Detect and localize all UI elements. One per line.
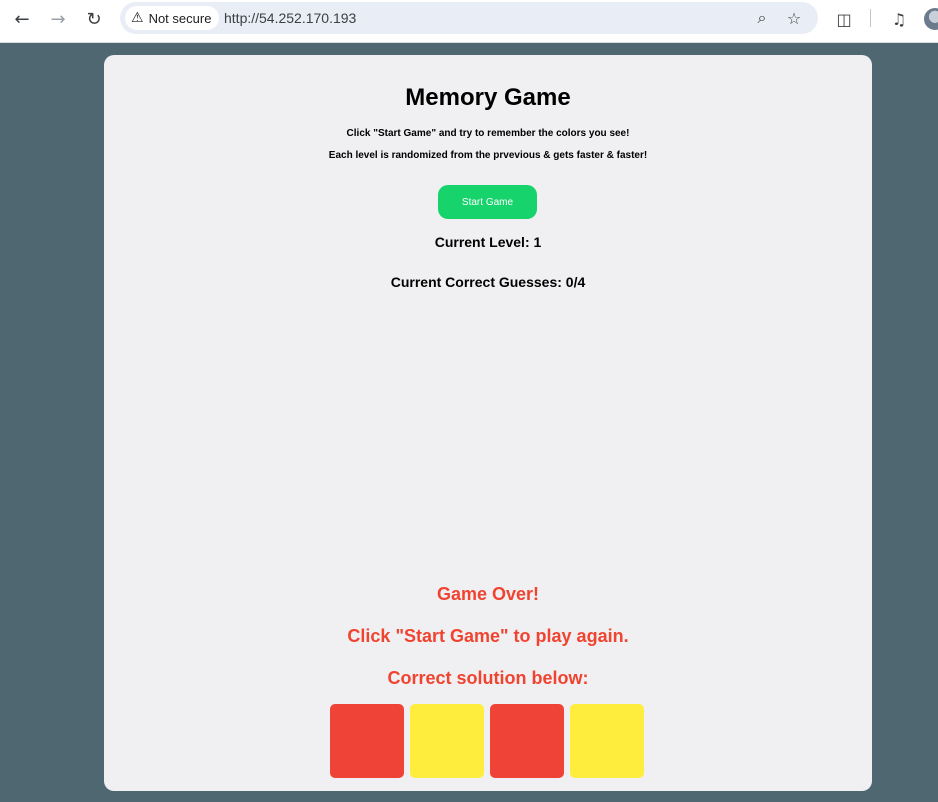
game-over-message: Game Over!: [436, 584, 540, 604]
instructions-line-2: Each level is randomized from the prvevi…: [328, 150, 648, 161]
toolbar-divider: [870, 9, 871, 27]
back-arrow-icon[interactable]: ←: [8, 5, 36, 33]
solution-tiles: [330, 704, 644, 779]
address-bar[interactable]: ⚠ Not secure http://54.252.170.193 ⌕ ☆: [120, 2, 818, 34]
security-label: Not secure: [148, 10, 212, 26]
media-control-icon[interactable]: ♫: [886, 6, 912, 32]
bookmark-star-icon[interactable]: ☆: [782, 6, 806, 30]
correct-guesses: Current Correct Guesses: 0/4: [390, 274, 586, 290]
solution-tile: [330, 704, 404, 778]
security-chip[interactable]: ⚠ Not secure: [125, 6, 220, 30]
solution-tile: [490, 704, 564, 778]
browser-toolbar: ← → ↻ ⚠ Not secure http://54.252.170.193…: [0, 0, 938, 43]
solution-tile: [570, 704, 644, 778]
game-card: Memory Game Click "Start Game" and try t…: [104, 55, 872, 791]
extensions-icon[interactable]: ◫: [831, 6, 857, 32]
start-game-button[interactable]: Start Game: [438, 185, 537, 219]
page-title: Memory Game: [405, 84, 571, 111]
solution-heading: Correct solution below:: [387, 668, 589, 688]
warning-icon: ⚠: [131, 10, 144, 26]
zoom-icon[interactable]: ⌕: [750, 6, 774, 30]
profile-avatar[interactable]: [924, 8, 938, 30]
forward-arrow-icon[interactable]: →: [44, 5, 72, 33]
url-text[interactable]: http://54.252.170.193: [224, 10, 356, 26]
play-again-message: Click "Start Game" to play again.: [347, 626, 629, 646]
reload-icon[interactable]: ↻: [80, 5, 108, 33]
current-level: Current Level: 1: [434, 234, 542, 250]
instructions-line-1: Click "Start Game" and try to remember t…: [346, 128, 630, 139]
solution-tile: [410, 704, 484, 778]
